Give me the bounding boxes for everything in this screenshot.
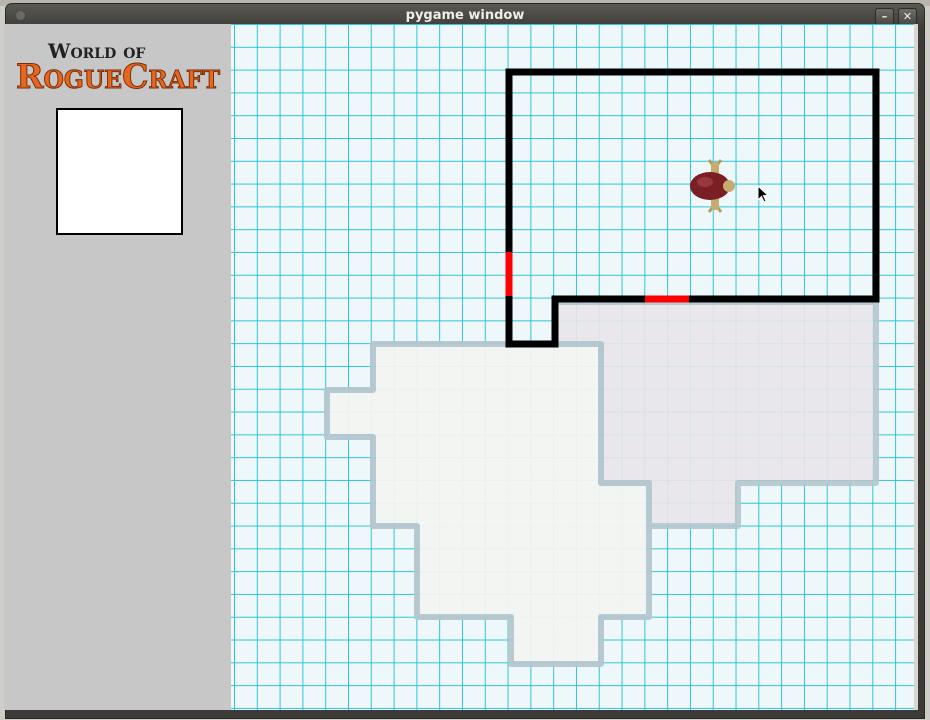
logo-line2: RogueCraft <box>16 57 220 92</box>
map-layer <box>324 68 880 667</box>
sidebar-panel: World of RogueCraft <box>4 24 231 710</box>
explored-area-left <box>324 341 652 667</box>
dungeon-map[interactable] <box>231 24 914 710</box>
preview-box <box>56 108 183 235</box>
player-character[interactable] <box>690 159 735 213</box>
close-button[interactable]: ✕ <box>898 8 917 25</box>
window-right-edge <box>914 24 918 710</box>
mouse-pointer-icon <box>757 185 769 203</box>
game-logo: World of RogueCraft <box>16 39 221 92</box>
minimize-button[interactable]: – <box>875 8 894 25</box>
window-title: pygame window <box>405 8 525 23</box>
